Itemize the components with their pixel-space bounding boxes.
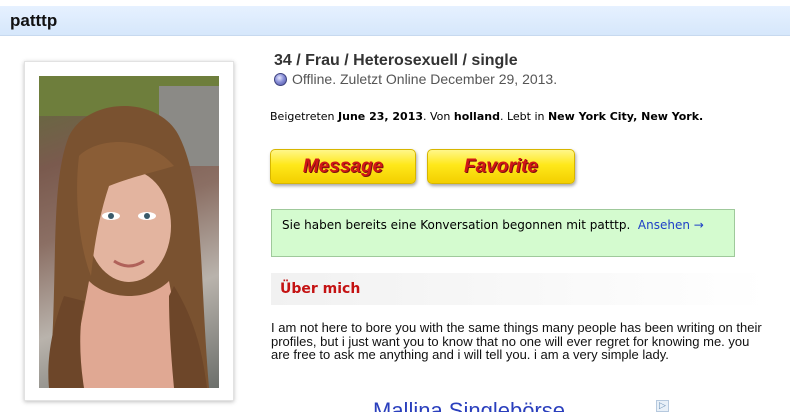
online-status-text: Offline. Zuletzt Online December 29, 201… <box>292 71 558 87</box>
about-me-header: Über mich <box>271 273 768 305</box>
lives-prefix: . Lebt in <box>499 110 548 123</box>
joined-from: holland <box>453 110 500 123</box>
joined-date: June 23, 2013 <box>338 110 424 123</box>
joined-prefix: Beigetreten <box>270 110 339 123</box>
joined-mid: . Von <box>423 110 454 123</box>
conversation-notice: Sie haben bereits eine Konversation bego… <box>271 209 735 257</box>
profile-username: patttp <box>10 11 58 30</box>
favorite-button[interactable]: Favorite <box>427 149 575 184</box>
message-button[interactable]: Message <box>270 149 416 184</box>
location-suffix: . <box>699 110 704 123</box>
about-me-text: I am not here to bore you with the same … <box>271 320 762 362</box>
offline-status-icon <box>274 72 287 86</box>
about-me-heading: Über mich <box>280 281 361 297</box>
profile-header-bar: patttp <box>0 6 790 36</box>
conversation-notice-text: Sie haben bereits eine Konversation bego… <box>282 218 631 232</box>
online-status-row: Offline. Zuletzt Online December 29, 201… <box>274 71 557 87</box>
profile-photo[interactable] <box>39 76 219 388</box>
joined-info: Beigetreten June 23, 2013. Von holland. … <box>270 110 710 123</box>
profile-stats: 34 / Frau / Heterosexuell / single <box>274 52 518 69</box>
ad-banner-text[interactable]: Mallina Singlebörse <box>373 400 565 412</box>
profile-photo-frame <box>24 61 234 401</box>
ad-choices-icon[interactable]: ▷ <box>656 400 669 412</box>
view-conversation-link[interactable]: Ansehen → <box>638 218 704 232</box>
profile-location: New York City, New York <box>547 110 700 123</box>
